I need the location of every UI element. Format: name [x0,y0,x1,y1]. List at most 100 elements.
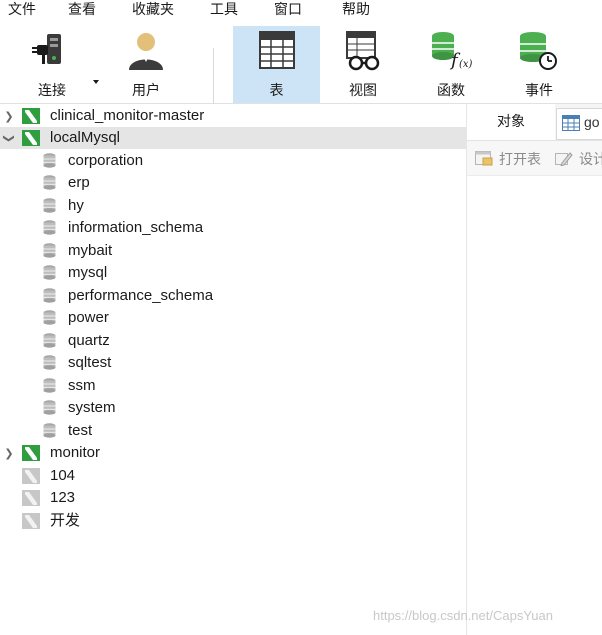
tree-connection-clinical-monitor-master[interactable]: ❯ clinical_monitor-master [0,105,466,127]
toolbar-separator [213,48,214,104]
event-label: 事件 [525,82,553,98]
menu-file[interactable]: 文件 [8,0,36,20]
user-button[interactable]: 用户 [116,26,176,102]
disconnected-connection-icon [22,468,40,484]
tree-database-label: information_schema [68,219,204,236]
tree-connection-localmysql[interactable]: ❯ localMysql [0,127,466,149]
chevron-right-icon[interactable]: ❯ [4,447,14,460]
tree-database-label: erp [68,174,90,191]
open-table-button[interactable]: 打开表 [475,149,549,167]
tree-connection-label: localMysql [50,129,121,146]
tree-database-item[interactable]: ssm [0,375,466,397]
tree-database-item[interactable]: performance_schema [0,285,466,307]
database-icon [43,198,56,213]
function-button[interactable]: f (x) 函数 [418,26,484,102]
tree-database-label: mybait [68,242,113,259]
tree-connection-label: monitor [50,444,101,461]
tab-table-label: go [584,114,600,130]
tree-database-label: quartz [68,332,110,349]
database-icon [43,355,56,370]
design-table-label: 设计 [579,151,602,167]
menu-view[interactable]: 查看 [68,0,96,20]
tab-bar: 对象 go [467,104,602,141]
function-icon: f (x) [429,30,473,75]
menu-help[interactable]: 帮助 [342,0,370,20]
chevron-down-icon[interactable]: ❯ [3,134,16,144]
view-label: 视图 [349,82,377,98]
tree-database-item[interactable]: information_schema [0,217,466,239]
object-pane: 对象 go 打开表 设计 [467,104,602,635]
table-button[interactable]: 表 [233,26,320,103]
watermark-text: https://blog.csdn.net/CapsYuan [373,608,553,623]
tree-connection-label: clinical_monitor-master [50,107,205,124]
connect-label: 连接 [38,82,66,98]
database-icon [43,265,56,280]
event-icon [517,30,561,75]
tree-database-label: power [68,309,109,326]
menu-bar: 文件 查看 收藏夹 工具 窗口 帮助 [0,0,602,20]
tree-database-item[interactable]: corporation [0,150,466,172]
tree-connection-label: 104 [50,467,76,484]
user-icon [125,30,167,75]
tree-database-item[interactable]: mybait [0,240,466,262]
plug-icon [31,30,73,73]
tree-connection-monitor[interactable]: ❯ monitor [0,442,466,464]
table-icon [562,115,580,134]
tree-database-label: mysql [68,264,108,281]
tree-database-label: hy [68,197,84,214]
mysql-connection-icon [22,445,40,461]
chevron-right-icon[interactable]: ❯ [4,110,14,123]
mysql-connection-icon [22,108,40,124]
database-icon [43,423,56,438]
tree-connection-label: 开发 [50,512,81,529]
disconnected-connection-icon [22,513,40,529]
tree-connection-123[interactable]: 123 [0,487,466,509]
tree-database-item[interactable]: hy [0,195,466,217]
design-table-button[interactable]: 设计 [555,149,602,167]
menu-favorites[interactable]: 收藏夹 [132,0,174,20]
tree-database-item[interactable]: sqltest [0,352,466,374]
user-label: 用户 [132,82,160,98]
tree-database-label: corporation [68,152,144,169]
tree-database-label: test [68,422,93,439]
menu-window[interactable]: 窗口 [274,0,302,20]
database-icon [43,378,56,393]
table-label: 表 [269,82,284,98]
tree-connection-104[interactable]: 104 [0,465,466,487]
tree-database-item[interactable]: system [0,397,466,419]
database-icon [43,153,56,168]
tree-database-item[interactable]: power [0,307,466,329]
database-icon [43,288,56,303]
tab-objects[interactable]: 对象 [467,104,555,140]
tree-database-item[interactable]: test [0,420,466,442]
tree-database-item[interactable]: erp [0,172,466,194]
database-icon [43,310,56,325]
function-label: 函数 [437,82,465,98]
connect-dropdown-arrow-icon[interactable] [93,80,99,84]
design-pencil-icon [555,151,573,167]
connection-tree: ❯ clinical_monitor-master ❯ localMysql c… [0,104,467,635]
object-toolbar: 打开表 设计 [467,141,602,176]
event-button[interactable]: 事件 [506,26,572,102]
tree-database-item[interactable]: mysql [0,262,466,284]
view-button[interactable]: 视图 [330,26,396,102]
tree-database-label: ssm [68,377,96,394]
main-toolbar: 连接 用户 表 视图 f (x) 函数 事件 [0,20,602,104]
tree-database-label: system [68,399,116,416]
tab-table[interactable]: go [556,108,602,140]
database-icon [43,333,56,348]
table-icon [257,30,297,73]
disconnected-connection-icon [22,490,40,506]
svg-text:(x): (x) [459,59,473,70]
tree-database-item[interactable]: quartz [0,330,466,352]
database-icon [43,220,56,235]
view-icon [342,30,384,75]
tree-database-label: sqltest [68,354,112,371]
open-table-label: 打开表 [499,151,541,167]
tree-connection-dev[interactable]: 开发 [0,510,466,532]
database-icon [43,175,56,190]
mysql-connection-icon [22,130,40,146]
connect-button[interactable]: 连接 [20,26,84,102]
menu-tools[interactable]: 工具 [210,0,238,20]
tree-database-label: performance_schema [68,287,214,304]
